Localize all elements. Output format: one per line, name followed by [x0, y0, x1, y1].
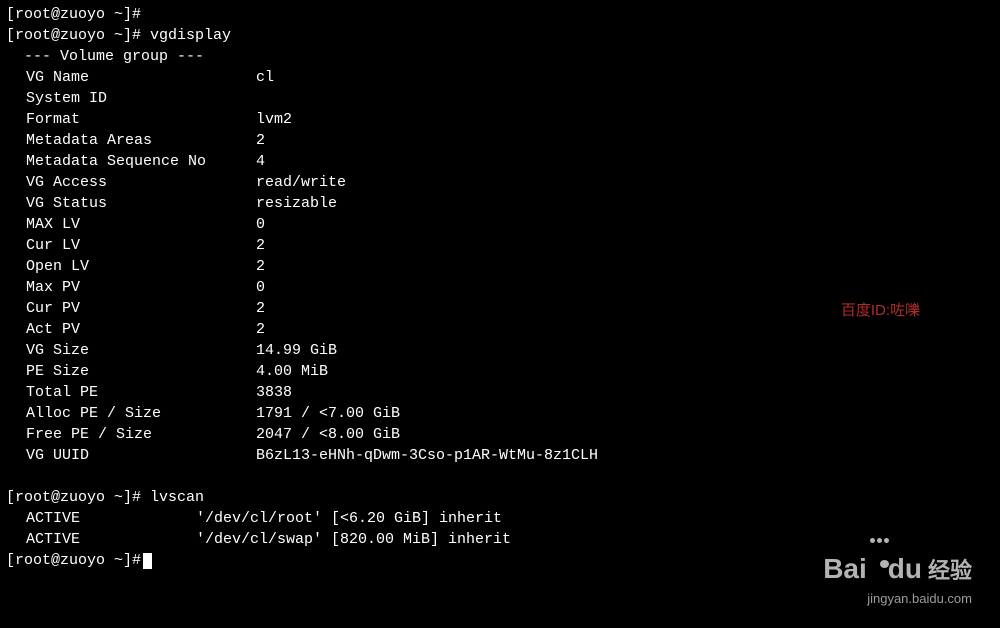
- field-value: 0: [256, 277, 265, 298]
- command-input[interactable]: lvscan: [150, 489, 204, 506]
- vg-row: VG UUIDB6zL13-eHNh-qDwm-3Cso-p1AR-WtMu-8…: [6, 445, 994, 466]
- field-value: 2: [256, 130, 265, 151]
- vg-row: VG Namecl: [6, 67, 994, 88]
- paw-icon: [869, 528, 890, 570]
- field-value: lvm2: [256, 109, 292, 130]
- field-value: 2047 / <8.00 GiB: [256, 424, 400, 445]
- logo-subtext: jingyan.baidu.com: [823, 590, 972, 608]
- vg-row: VG Accessread/write: [6, 172, 994, 193]
- prompt-line: [root@zuoyo ~]#: [6, 4, 994, 25]
- vg-row: Max PV0: [6, 277, 994, 298]
- field-label: System ID: [6, 88, 256, 109]
- cursor-icon: [143, 553, 152, 569]
- field-value: resizable: [256, 193, 337, 214]
- vg-header: --- Volume group ---: [6, 46, 994, 67]
- vg-row: Metadata Areas2: [6, 130, 994, 151]
- field-value: 1791 / <7.00 GiB: [256, 403, 400, 424]
- logo-text: 经验: [928, 558, 972, 583]
- vg-row: Cur LV2: [6, 235, 994, 256]
- lv-status: ACTIVE: [6, 508, 196, 529]
- field-label: VG UUID: [6, 445, 256, 466]
- field-value: B6zL13-eHNh-qDwm-3Cso-p1AR-WtMu-8z1CLH: [256, 445, 598, 466]
- field-value: cl: [256, 67, 274, 88]
- field-value: 0: [256, 214, 265, 235]
- field-value: 2: [256, 256, 265, 277]
- shell-prompt: [root@zuoyo ~]#: [6, 489, 150, 506]
- field-label: Metadata Sequence No: [6, 151, 256, 172]
- field-label: Alloc PE / Size: [6, 403, 256, 424]
- lv-detail: '/dev/cl/swap' [820.00 MiB] inherit: [196, 531, 511, 548]
- field-value: 2: [256, 235, 265, 256]
- vg-row: Total PE3838: [6, 382, 994, 403]
- vg-row: Open LV2: [6, 256, 994, 277]
- field-value: 14.99 GiB: [256, 340, 337, 361]
- vg-row: Alloc PE / Size1791 / <7.00 GiB: [6, 403, 994, 424]
- field-value: 2: [256, 298, 265, 319]
- command-input[interactable]: vgdisplay: [150, 27, 231, 44]
- prompt-line[interactable]: [root@zuoyo ~]# lvscan: [6, 487, 994, 508]
- shell-prompt: [root@zuoyo ~]#: [6, 552, 141, 569]
- vg-row: Free PE / Size2047 / <8.00 GiB: [6, 424, 994, 445]
- field-label: Cur LV: [6, 235, 256, 256]
- lv-status: ACTIVE: [6, 529, 196, 550]
- lv-row: ACTIVE'/dev/cl/root' [<6.20 GiB] inherit: [6, 508, 994, 529]
- vg-row: System ID: [6, 88, 994, 109]
- blank-line: [6, 466, 994, 487]
- vg-row: Act PV2: [6, 319, 994, 340]
- field-value: 2: [256, 319, 265, 340]
- field-value: 4.00 MiB: [256, 361, 328, 382]
- vg-row: MAX LV0: [6, 214, 994, 235]
- logo-text: du: [888, 553, 922, 584]
- field-value: 4: [256, 151, 265, 172]
- vg-row: VG Statusresizable: [6, 193, 994, 214]
- watermark-text: 百度ID:咗嚛: [841, 300, 920, 321]
- field-label: VG Access: [6, 172, 256, 193]
- logo-text: Bai: [823, 553, 867, 584]
- field-label: VG Status: [6, 193, 256, 214]
- lv-detail: '/dev/cl/root' [<6.20 GiB] inherit: [196, 510, 502, 527]
- field-label: Metadata Areas: [6, 130, 256, 151]
- field-label: Format: [6, 109, 256, 130]
- field-label: Total PE: [6, 382, 256, 403]
- watermark-logo: Baidu经验 jingyan.baidu.com: [823, 542, 972, 608]
- prompt-line[interactable]: [root@zuoyo ~]# vgdisplay: [6, 25, 994, 46]
- vg-row: Formatlvm2: [6, 109, 994, 130]
- field-value: 3838: [256, 382, 292, 403]
- field-label: Free PE / Size: [6, 424, 256, 445]
- field-value: read/write: [256, 172, 346, 193]
- shell-prompt: [root@zuoyo ~]#: [6, 27, 150, 44]
- field-label: Open LV: [6, 256, 256, 277]
- vg-row: VG Size14.99 GiB: [6, 340, 994, 361]
- field-label: VG Name: [6, 67, 256, 88]
- vg-row: Metadata Sequence No4: [6, 151, 994, 172]
- shell-prompt: [root@zuoyo ~]#: [6, 6, 141, 23]
- field-label: Max PV: [6, 277, 256, 298]
- field-label: Cur PV: [6, 298, 256, 319]
- field-label: VG Size: [6, 340, 256, 361]
- field-label: PE Size: [6, 361, 256, 382]
- field-label: Act PV: [6, 319, 256, 340]
- field-label: MAX LV: [6, 214, 256, 235]
- vg-row: PE Size4.00 MiB: [6, 361, 994, 382]
